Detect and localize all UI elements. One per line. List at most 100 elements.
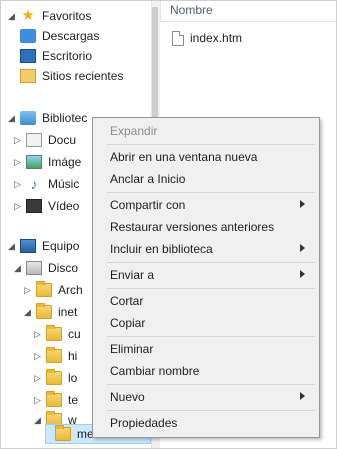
submenu-arrow-icon [300, 200, 305, 208]
tree-item-folder-cu[interactable]: ▷ cu [33, 325, 81, 343]
expand-arrow-icon[interactable]: ▷ [23, 285, 32, 296]
folder-icon [36, 303, 52, 319]
tree-item-favorites[interactable]: ◢ ★ Favoritos [7, 7, 91, 25]
videos-icon [26, 199, 42, 213]
submenu-arrow-icon [300, 392, 305, 400]
expand-arrow-icon[interactable]: ▷ [13, 179, 22, 190]
tree-item-label: Vídeo [48, 199, 80, 213]
documents-icon [26, 133, 42, 147]
expand-arrow-icon[interactable]: ▷ [13, 135, 22, 146]
expand-arrow-icon[interactable]: ▷ [13, 201, 22, 212]
tree-item-label: Disco [48, 261, 79, 275]
tree-item-folder-inet[interactable]: ◢ inet [23, 303, 77, 321]
menu-item-label: Propiedades [110, 416, 178, 430]
tree-item-label: Escritorio [42, 49, 93, 63]
menu-item-delete[interactable]: Eliminar [95, 339, 317, 359]
expand-arrow-icon[interactable]: ▷ [33, 373, 42, 384]
menu-item-include-in-library[interactable]: Incluir en biblioteca [95, 239, 317, 259]
column-divider [160, 1, 161, 21]
menu-item-label: Cortar [110, 294, 144, 308]
menu-item-pin-to-start[interactable]: Anclar a Inicio [95, 169, 317, 189]
file-item[interactable]: index.htm [172, 29, 242, 47]
context-menu: Expandir Abrir en una ventana nueva Ancl… [92, 117, 320, 438]
tree-item-label: Docu [48, 133, 77, 147]
menu-item-label: Cambiar nombre [110, 364, 200, 378]
menu-separator [107, 262, 315, 263]
menu-item-restore-versions[interactable]: Restaurar versiones anteriores [95, 217, 317, 237]
menu-item-label: Enviar a [110, 268, 155, 282]
menu-item-new[interactable]: Nuevo [95, 387, 317, 407]
tree-item-label: inet [58, 305, 78, 319]
downloads-icon [20, 29, 36, 43]
tree-item-videos[interactable]: ▷ Vídeo [13, 197, 79, 215]
collapse-arrow-icon[interactable]: ◢ [23, 307, 32, 318]
tree-item-label: cu [68, 327, 81, 341]
menu-item-expand[interactable]: Expandir [95, 121, 317, 141]
tree-item-libraries[interactable]: ◢ Bibliotec [7, 109, 87, 127]
menu-item-label: Eliminar [110, 342, 154, 356]
expand-arrow-icon[interactable]: ▷ [33, 351, 42, 362]
menu-item-label: Compartir con [110, 198, 186, 212]
tree-item-desktop[interactable]: Escritorio [20, 47, 92, 65]
tree-item-images[interactable]: ▷ Imáge [13, 153, 81, 171]
desktop-icon [20, 49, 36, 63]
folder-icon [46, 325, 62, 341]
tree-item-label: te [68, 393, 79, 407]
menu-item-label: Nuevo [110, 390, 145, 404]
menu-item-cut[interactable]: Cortar [95, 291, 317, 311]
menu-item-send-to[interactable]: Enviar a [95, 265, 317, 285]
menu-item-properties[interactable]: Propiedades [95, 413, 317, 433]
tree-item-downloads[interactable]: Descargas [20, 27, 99, 45]
tree-item-recent-places[interactable]: Sitios recientes [20, 67, 123, 85]
computer-icon [20, 239, 36, 253]
collapse-arrow-icon[interactable]: ◢ [7, 241, 16, 252]
collapse-arrow-icon[interactable]: ◢ [33, 415, 42, 426]
recent-places-icon [20, 69, 36, 83]
file-name: index.htm [190, 31, 243, 45]
tree-item-label: Músic [48, 177, 80, 191]
folder-icon [55, 425, 71, 441]
submenu-arrow-icon [300, 244, 305, 252]
expand-arrow-icon[interactable]: ▷ [33, 329, 42, 340]
tree-item-folder-te[interactable]: ▷ te [33, 391, 78, 409]
column-header-name[interactable]: Nombre [160, 1, 336, 22]
collapse-arrow-icon[interactable]: ◢ [7, 11, 16, 22]
tree-item-folder-lo[interactable]: ▷ lo [33, 369, 77, 387]
menu-item-rename[interactable]: Cambiar nombre [95, 361, 317, 381]
tree-item-label: Bibliotec [42, 111, 88, 125]
tree-item-computer[interactable]: ◢ Equipo [7, 237, 79, 255]
tree-item-folder-hi[interactable]: ▷ hi [33, 347, 77, 365]
menu-item-share-with[interactable]: Compartir con [95, 195, 317, 215]
tree-item-label: Imáge [48, 155, 82, 169]
tree-item-folder-arch[interactable]: ▷ Arch [23, 281, 83, 299]
collapse-arrow-icon[interactable]: ◢ [13, 263, 22, 274]
collapse-arrow-icon[interactable]: ◢ [7, 113, 16, 124]
libraries-icon [20, 111, 36, 125]
column-header-label: Nombre [170, 3, 213, 17]
tree-item-label: Favoritos [42, 9, 92, 23]
menu-item-label: Copiar [110, 316, 146, 330]
expand-arrow-icon[interactable]: ▷ [13, 157, 22, 168]
disk-drive-icon [26, 261, 42, 275]
explorer-window: ◢ ★ Favoritos Descargas Escritorio Sitio… [0, 0, 337, 449]
tree-item-local-disk[interactable]: ◢ Disco [13, 259, 78, 277]
folder-icon [46, 369, 62, 385]
menu-separator [107, 410, 315, 411]
file-icon [172, 30, 184, 46]
menu-item-label: Incluir en biblioteca [110, 242, 213, 256]
folder-icon [36, 281, 52, 297]
submenu-arrow-icon [300, 270, 305, 278]
images-icon [26, 155, 42, 169]
menu-item-copy[interactable]: Copiar [95, 313, 317, 333]
expand-arrow-icon[interactable]: ▷ [33, 395, 42, 406]
music-note-icon: ♪ [30, 176, 38, 192]
menu-item-label: Restaurar versiones anteriores [110, 220, 275, 234]
tree-item-label: Descargas [42, 29, 100, 43]
menu-separator [107, 144, 315, 145]
tree-item-music[interactable]: ▷ ♪ Músic [13, 175, 79, 193]
tree-scrollbar-thumb[interactable] [152, 7, 158, 127]
tree-item-documents[interactable]: ▷ Docu [13, 131, 76, 149]
menu-item-open-new-window[interactable]: Abrir en una ventana nueva [95, 147, 317, 167]
menu-item-label: Expandir [110, 124, 158, 138]
folder-icon [46, 347, 62, 363]
